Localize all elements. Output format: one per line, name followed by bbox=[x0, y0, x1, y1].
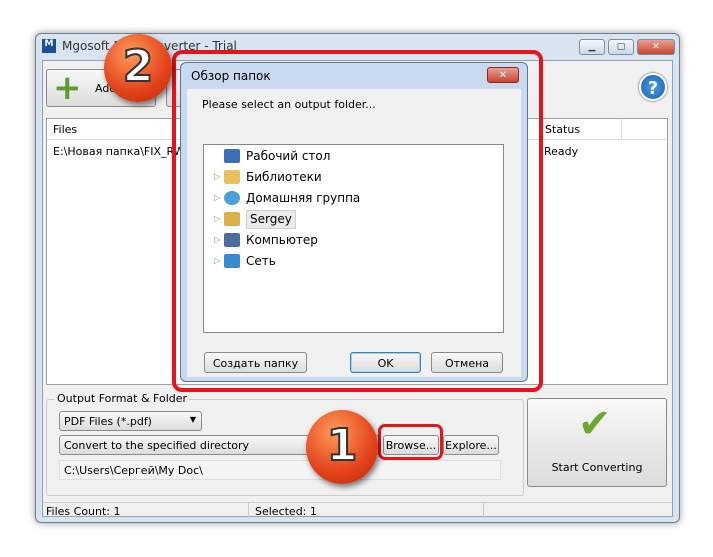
start-converting-button[interactable]: ✔ Start Converting bbox=[527, 398, 667, 487]
help-icon[interactable]: ? bbox=[639, 73, 667, 101]
close-button[interactable]: ✕ bbox=[637, 39, 675, 55]
divider bbox=[43, 502, 672, 503]
plus-icon: + bbox=[53, 68, 82, 108]
selected-count: Selected: 1 bbox=[255, 505, 317, 518]
checkmark-icon: ✔ bbox=[578, 401, 612, 447]
format-select[interactable]: PDF Files (*.pdf) ▼ bbox=[59, 411, 202, 431]
minimize-button[interactable]: ▁ bbox=[579, 39, 605, 55]
app-icon: M bbox=[42, 39, 56, 53]
explore-button[interactable]: Explore... bbox=[443, 435, 499, 455]
chevron-down-icon: ▼ bbox=[189, 415, 196, 424]
file-cell: E:\Новая папка\FIX_RW_ bbox=[53, 145, 191, 158]
group-label: Output Format & Folder bbox=[55, 392, 190, 405]
output-group: Output Format & Folder PDF Files (*.pdf)… bbox=[46, 392, 524, 496]
status-cell: Ready bbox=[544, 145, 579, 158]
divider bbox=[248, 503, 249, 518]
maximize-button[interactable]: ▢ bbox=[608, 39, 634, 55]
step-badge-2: 2 bbox=[104, 34, 172, 102]
path-field[interactable]: C:\Users\Сергей\My Doc\ bbox=[59, 460, 501, 480]
files-count: Files Count: 1 bbox=[46, 505, 121, 518]
format-value: PDF Files (*.pdf) bbox=[64, 415, 152, 428]
highlight-browse bbox=[378, 424, 443, 460]
column-files[interactable]: Files bbox=[53, 123, 77, 136]
step-badge-1: 1 bbox=[306, 410, 378, 484]
column-status[interactable]: Status bbox=[542, 119, 622, 140]
divider bbox=[483, 503, 484, 518]
start-label: Start Converting bbox=[551, 461, 643, 474]
highlight-dialog bbox=[172, 50, 543, 392]
